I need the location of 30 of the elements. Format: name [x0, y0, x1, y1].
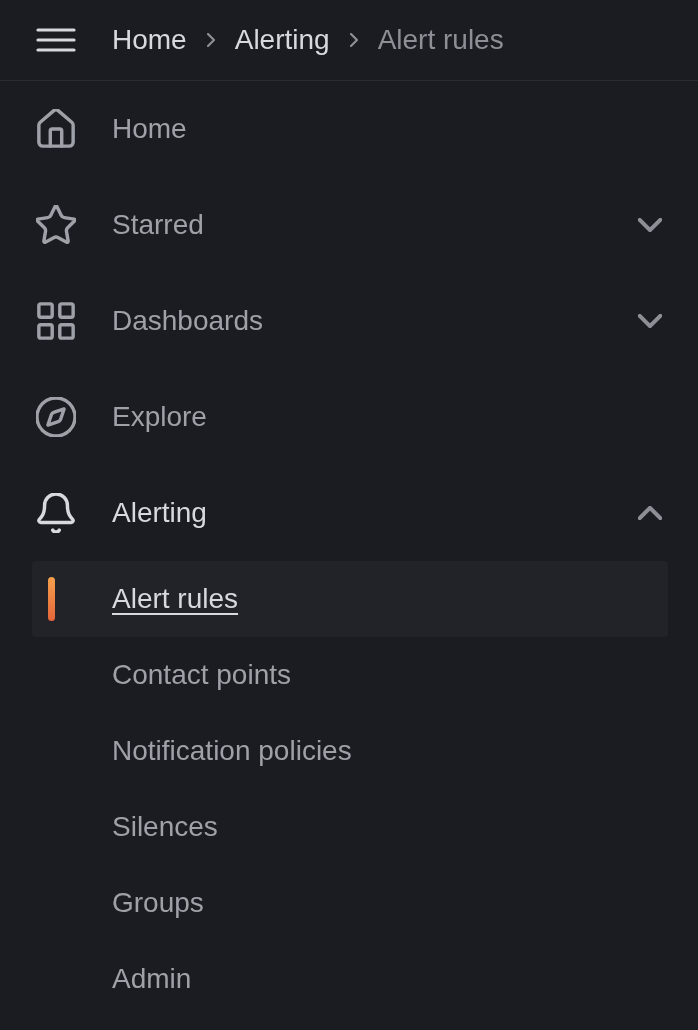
chevron-up-icon — [638, 506, 662, 520]
nav-sub-link[interactable]: Contact points — [32, 637, 668, 713]
chevron-right-icon — [349, 33, 358, 47]
menu-icon — [36, 28, 76, 52]
compass-icon — [36, 397, 76, 437]
breadcrumb-link[interactable]: Alert rules — [377, 23, 504, 57]
home-icon — [36, 109, 76, 149]
nav-link[interactable]: Explore — [36, 397, 207, 437]
nav-sub-link[interactable]: Admin — [32, 941, 668, 1017]
chevron-down-icon — [638, 218, 662, 232]
grid-icon — [36, 301, 76, 341]
nav-link[interactable]: Home — [36, 109, 187, 149]
expand-toggle[interactable] — [638, 314, 662, 328]
breadcrumb-link[interactable]: Alerting — [234, 23, 330, 57]
star-icon — [36, 205, 76, 245]
chevron-down-icon — [638, 314, 662, 328]
menu-button[interactable] — [36, 28, 76, 52]
bell-icon — [36, 493, 76, 533]
nav-sub-link[interactable]: Alert rules — [32, 561, 668, 637]
chevron-right-icon — [206, 33, 215, 47]
nav-link[interactable]: Starred — [36, 205, 204, 245]
nav-sub-link[interactable]: Notification policies — [32, 713, 668, 789]
nav-sub-link[interactable]: Silences — [32, 789, 668, 865]
nav-sub-link[interactable]: Groups — [32, 865, 668, 941]
expand-toggle[interactable] — [638, 506, 662, 520]
expand-toggle[interactable] — [638, 218, 662, 232]
nav-link[interactable]: Alerting — [36, 493, 207, 533]
active-indicator — [48, 577, 55, 621]
nav-link[interactable]: Dashboards — [36, 301, 263, 341]
breadcrumb-link[interactable]: Home — [112, 23, 187, 57]
